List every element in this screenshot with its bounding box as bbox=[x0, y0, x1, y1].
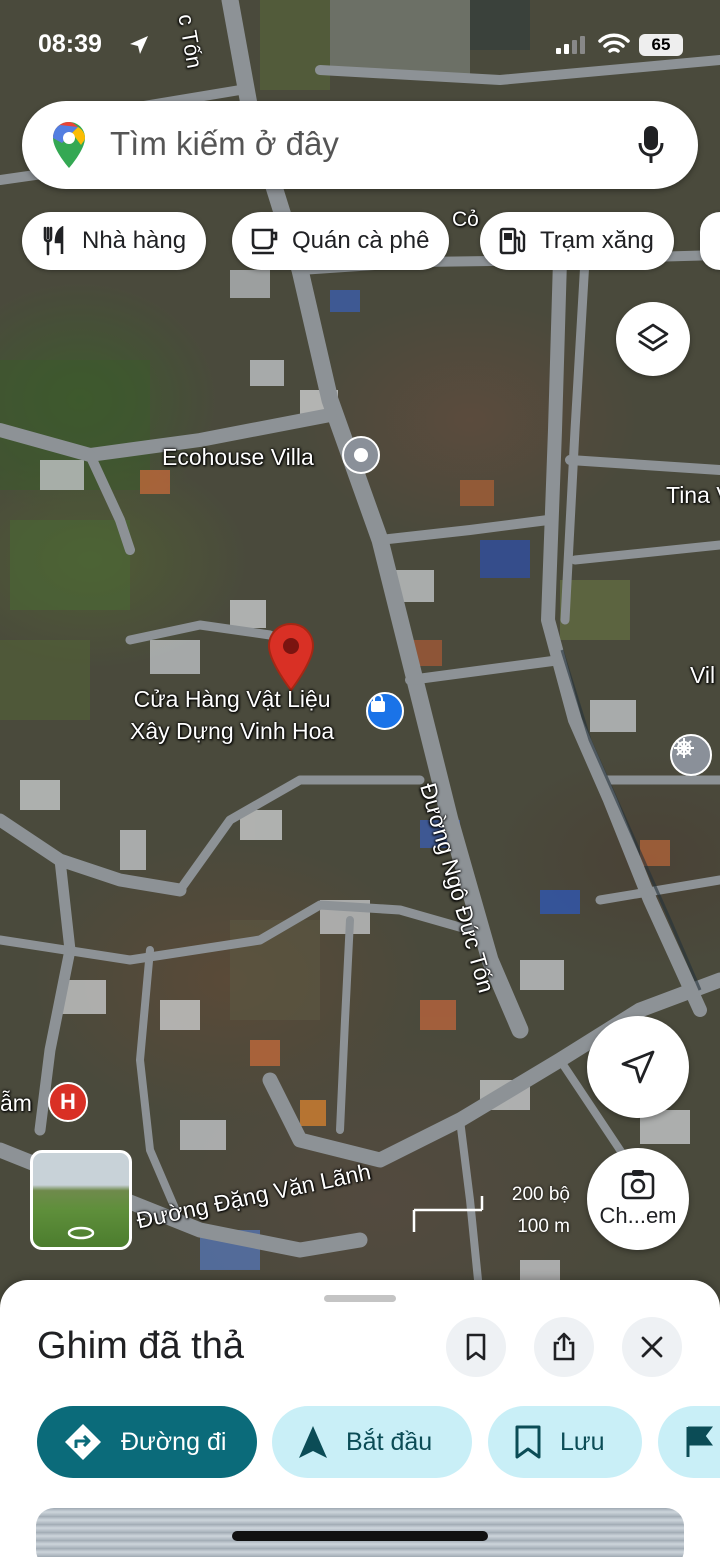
coffee-cup-icon bbox=[251, 228, 278, 255]
directions-icon bbox=[65, 1424, 101, 1460]
gas-pump-icon bbox=[499, 227, 526, 255]
save-button[interactable]: Lưu bbox=[488, 1406, 642, 1478]
location-arrow-icon bbox=[130, 36, 148, 54]
search-bar[interactable]: Tìm kiếm ở đây bbox=[22, 101, 698, 189]
camera-search-label: Ch...em bbox=[599, 1203, 677, 1228]
sheet-drag-handle[interactable] bbox=[324, 1295, 396, 1302]
shopping-bag-icon bbox=[371, 694, 385, 712]
fork-knife-icon bbox=[43, 226, 64, 256]
chip-cafes-label: Quán cà phê bbox=[292, 227, 430, 254]
chip-restaurants[interactable]: Nhà hàng bbox=[22, 212, 207, 270]
layers-icon bbox=[637, 323, 669, 352]
chip-gas-stations[interactable]: Trạm xăng bbox=[480, 212, 674, 270]
bookmark-icon bbox=[515, 1425, 541, 1459]
chip-gas-stations-label: Trạm xăng bbox=[540, 227, 654, 254]
search-input[interactable]: Tìm kiếm ở đây bbox=[110, 125, 339, 163]
flag-icon bbox=[686, 1426, 713, 1457]
place-label-tina: Tina V bbox=[666, 482, 720, 508]
share-button[interactable] bbox=[534, 1317, 594, 1377]
share-icon bbox=[553, 1332, 575, 1361]
chip-restaurants-label: Nhà hàng bbox=[82, 227, 187, 254]
place-label-store-line2: Xây Dựng Vinh Hoa bbox=[130, 718, 335, 744]
save-bookmark-button[interactable] bbox=[446, 1317, 506, 1377]
place-label-store[interactable]: Cửa Hàng Vật Liệu Xây Dựng Vinh Hoa bbox=[130, 683, 334, 747]
place-label-vil: Vil bbox=[690, 662, 716, 688]
navigation-arrow-icon bbox=[299, 1426, 327, 1458]
navigation-arrow-outline-icon bbox=[621, 1050, 655, 1084]
bookmark-outline-icon bbox=[466, 1333, 486, 1361]
place-label-ecohouse-villa[interactable]: Ecohouse Villa bbox=[162, 444, 314, 471]
place-marker-icon bbox=[354, 448, 368, 462]
satellite-map[interactable]: c Tốn Cỏ Ecohouse Villa Tina V Vil Cửa H… bbox=[0, 0, 720, 1330]
poi-hospital[interactable]: H bbox=[48, 1082, 88, 1122]
sheet-title: Ghim đã thả bbox=[37, 1325, 244, 1367]
home-indicator[interactable] bbox=[232, 1531, 488, 1541]
rotate-360-icon bbox=[67, 1226, 95, 1240]
start-label: Bắt đầu bbox=[346, 1427, 433, 1456]
maps-logo-icon bbox=[53, 122, 85, 168]
poi-generic-right[interactable] bbox=[670, 734, 712, 776]
place-label-top-shop: Cỏ bbox=[452, 208, 479, 231]
more-actions-button[interactable] bbox=[658, 1406, 720, 1478]
camera-lens-icon bbox=[621, 1170, 655, 1200]
poi-ecohouse-villa[interactable] bbox=[342, 436, 380, 474]
place-label-store-line1: Cửa Hàng Vật Liệu bbox=[133, 686, 331, 712]
save-label: Lưu bbox=[560, 1427, 605, 1456]
wifi-icon bbox=[598, 33, 630, 53]
place-bottom-sheet[interactable]: Ghim đã thả Đường đi Bắt đầu Lưu bbox=[0, 1280, 720, 1557]
close-icon bbox=[641, 1336, 663, 1358]
camera-search-button[interactable]: Ch...em bbox=[587, 1148, 689, 1250]
ship-wheel-icon bbox=[674, 738, 694, 758]
close-button[interactable] bbox=[622, 1317, 682, 1377]
cellular-signal-icon bbox=[556, 36, 585, 54]
map-scale: 200 bộ 100 m bbox=[412, 1182, 572, 1242]
chip-cafes[interactable]: Quán cà phê bbox=[232, 212, 450, 270]
chip-more[interactable] bbox=[700, 212, 720, 270]
map-roads-layer bbox=[0, 0, 720, 1304]
battery-indicator: 65 bbox=[639, 34, 683, 56]
layers-button[interactable] bbox=[616, 302, 690, 376]
status-time: 08:39 bbox=[38, 30, 102, 58]
poi-shopping-bag[interactable] bbox=[366, 692, 404, 730]
place-label-am: ẫm bbox=[0, 1090, 32, 1116]
microphone-icon[interactable] bbox=[638, 125, 664, 165]
directions-button[interactable]: Đường đi bbox=[37, 1406, 257, 1478]
start-button[interactable]: Bắt đầu bbox=[272, 1406, 472, 1478]
directions-label: Đường đi bbox=[121, 1427, 227, 1456]
my-location-button[interactable] bbox=[587, 1016, 689, 1118]
hospital-icon: H bbox=[60, 1089, 76, 1114]
street-view-thumbnail[interactable] bbox=[30, 1150, 132, 1250]
